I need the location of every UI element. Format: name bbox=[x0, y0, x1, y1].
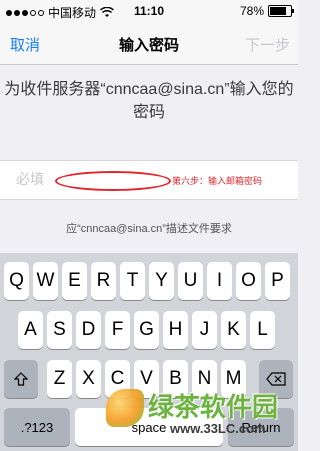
helper-text: 应“cnncaa@sina.cn”描述文件要求 bbox=[66, 223, 232, 235]
numbers-key[interactable]: .?123 bbox=[4, 408, 70, 446]
key-t[interactable]: T bbox=[120, 262, 145, 300]
key-j[interactable]: J bbox=[192, 311, 217, 349]
backspace-icon bbox=[266, 372, 286, 386]
delete-key[interactable] bbox=[259, 360, 293, 398]
return-key[interactable]: Return bbox=[228, 408, 294, 446]
key-b[interactable]: B bbox=[163, 360, 188, 398]
key-f[interactable]: F bbox=[105, 311, 130, 349]
key-a[interactable]: A bbox=[18, 311, 43, 349]
key-s[interactable]: S bbox=[47, 311, 72, 349]
key-l[interactable]: L bbox=[250, 311, 275, 349]
next-button[interactable]: 下一步 bbox=[245, 34, 290, 55]
status-bar: 中国移动 11:10 78% bbox=[0, 0, 298, 22]
key-x[interactable]: X bbox=[76, 360, 101, 398]
key-i[interactable]: I bbox=[207, 262, 232, 300]
key-q[interactable]: Q bbox=[4, 262, 29, 300]
battery-area: 78% bbox=[239, 4, 294, 18]
battery-percent: 78% bbox=[239, 4, 264, 18]
key-u[interactable]: U bbox=[178, 262, 203, 300]
space-key[interactable]: space bbox=[75, 408, 223, 446]
key-p[interactable]: P bbox=[265, 262, 290, 300]
key-o[interactable]: O bbox=[236, 262, 261, 300]
key-e[interactable]: E bbox=[62, 262, 87, 300]
shift-key[interactable] bbox=[4, 360, 38, 398]
password-row: 第六步：输入邮箱密码 bbox=[0, 160, 298, 200]
key-g[interactable]: G bbox=[134, 311, 159, 349]
key-n[interactable]: N bbox=[192, 360, 217, 398]
key-c[interactable]: C bbox=[105, 360, 130, 398]
key-d[interactable]: D bbox=[76, 311, 101, 349]
annotation-highlight bbox=[55, 171, 171, 191]
keyboard: Q W E R T Y U I O P A S D F G H J K L Z … bbox=[0, 253, 298, 451]
key-y[interactable]: Y bbox=[149, 262, 174, 300]
key-m[interactable]: M bbox=[221, 360, 246, 398]
key-z[interactable]: Z bbox=[47, 360, 72, 398]
key-v[interactable]: V bbox=[134, 360, 159, 398]
password-field[interactable] bbox=[14, 170, 58, 188]
prompt-text: 为收件服务器“cnncaa@sina.cn”输入您的密码 bbox=[0, 78, 298, 124]
battery-icon bbox=[268, 5, 294, 17]
key-r[interactable]: R bbox=[91, 262, 116, 300]
prompt-message: 为收件服务器“cnncaa@sina.cn”输入您的密码 bbox=[4, 81, 294, 121]
key-k[interactable]: K bbox=[221, 311, 246, 349]
navigation-bar: 取消 输入密码 下一步 bbox=[0, 22, 298, 65]
shift-arrow-icon bbox=[14, 372, 28, 386]
annotation-label: 第六步：输入邮箱密码 bbox=[172, 176, 263, 186]
key-w[interactable]: W bbox=[33, 262, 58, 300]
key-h[interactable]: H bbox=[163, 311, 188, 349]
